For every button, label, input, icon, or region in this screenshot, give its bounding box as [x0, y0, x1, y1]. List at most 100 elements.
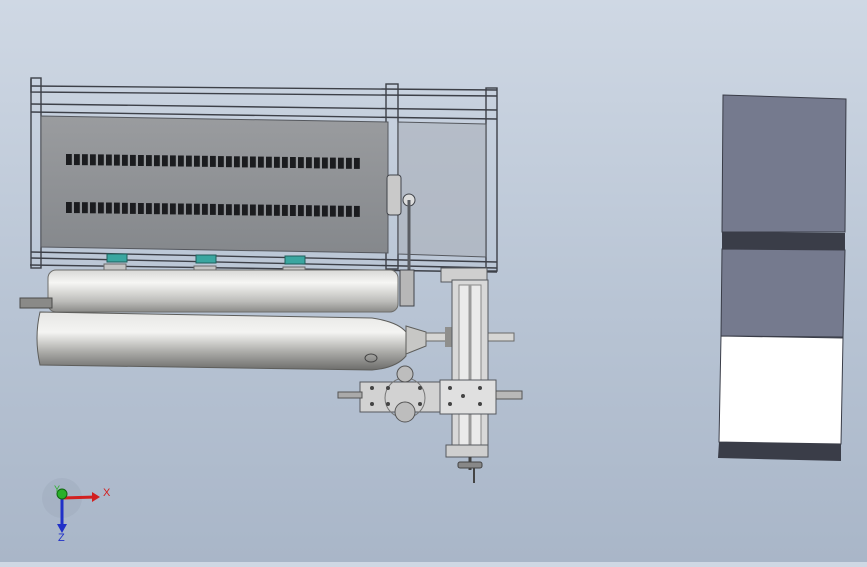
panel-slot [162, 155, 168, 167]
bolt-hole [448, 386, 452, 390]
drum-machine-assembly[interactable] [19, 77, 523, 483]
panel-slot [122, 202, 128, 214]
panel-slot [346, 157, 352, 169]
panel-slot [178, 203, 184, 215]
panel-slot [74, 154, 80, 166]
panel-slot [210, 203, 216, 215]
panel-slot [226, 204, 232, 216]
panel-slot [274, 156, 280, 168]
panel-slot [354, 205, 360, 217]
bolt-hole [478, 386, 482, 390]
triad-x-label: X [103, 487, 111, 499]
panel-slot [194, 203, 200, 215]
panel-slot [82, 154, 88, 166]
panel-slot [98, 154, 104, 166]
panel-slot [186, 155, 192, 167]
panel-slot [210, 155, 216, 167]
panel-slot [122, 154, 128, 166]
bolt-hole [478, 402, 482, 406]
panel-slot [170, 155, 176, 167]
panel-slot [106, 154, 112, 166]
x-axis-arrow [61, 495, 97, 500]
panel-slot [250, 156, 256, 168]
bolt-hole [418, 402, 422, 406]
panel-slot [114, 154, 120, 166]
panel-slot [266, 204, 272, 216]
bolt-hole [418, 386, 422, 390]
panel-slot [258, 204, 264, 216]
bolt-hole [370, 402, 374, 406]
panel-slot [298, 205, 304, 217]
panel-slot [218, 204, 224, 216]
panel-slot [226, 156, 232, 168]
panel-slot [330, 205, 336, 217]
bolt-hole [386, 386, 390, 390]
panel-slot [130, 202, 136, 214]
panel-slot [98, 202, 104, 214]
panel-slot [130, 154, 136, 166]
panel-slot [138, 203, 144, 214]
panel-slot [290, 157, 296, 168]
panel-slot [234, 156, 240, 168]
panel-slot [90, 202, 96, 214]
panel-slot [218, 156, 224, 168]
panel-slot [314, 205, 320, 217]
panel-slot [338, 205, 344, 217]
side-block-lower [718, 335, 844, 445]
panel-slot [170, 203, 176, 215]
panel-slot [234, 204, 240, 216]
bolt-hole [461, 394, 465, 398]
drum-panel [40, 115, 389, 254]
panel-slot [82, 202, 88, 214]
panel-slot [154, 155, 160, 167]
panel-slot [290, 205, 296, 216]
panel-slot [354, 157, 360, 169]
panel-slot [90, 154, 96, 166]
panel-slot [194, 155, 200, 167]
panel-slot [178, 155, 184, 167]
right-enclosure [397, 121, 487, 258]
bolt-hole [370, 386, 374, 390]
panel-slot [274, 204, 280, 216]
side-block-middle [720, 248, 846, 338]
side-block-band-2 [718, 442, 841, 461]
orientation-triad[interactable] [42, 478, 100, 533]
triad-y-label: Y [54, 484, 61, 494]
panel-slot [146, 203, 152, 215]
panel-slot [66, 154, 72, 165]
triad-z-label: Z [58, 532, 65, 544]
panel-slot [66, 202, 72, 213]
model-scene[interactable] [0, 0, 867, 562]
panel-slot [138, 155, 144, 166]
panel-slot [314, 157, 320, 169]
bolt-hole [386, 402, 390, 406]
panel-slot [242, 204, 248, 216]
side-block-assembly[interactable] [718, 94, 847, 461]
panel-slot [186, 203, 192, 215]
panel-slot [106, 202, 112, 214]
main-tank-cylinder [36, 311, 427, 371]
panel-slot [298, 157, 304, 169]
upper-roller-cylinder [19, 269, 399, 313]
panel-slot [146, 155, 152, 167]
vertical-slide-rail [440, 267, 489, 483]
panel-slot [250, 204, 256, 216]
panel-slot [202, 203, 208, 215]
panel-slot [282, 156, 288, 168]
side-block-upper [721, 94, 847, 233]
horizontal-slide-table [337, 365, 523, 423]
panel-slot [74, 202, 80, 214]
cad-viewport[interactable]: X Y Z [0, 0, 867, 562]
side-block-band-1 [722, 232, 845, 250]
bolt-hole [448, 402, 452, 406]
x-axis-arrowhead [92, 492, 100, 502]
panel-slot [258, 156, 264, 168]
panel-slot [154, 203, 160, 215]
panel-slot [282, 204, 288, 216]
panel-slot [202, 155, 208, 167]
panel-slot [306, 205, 312, 217]
panel-slot [114, 202, 120, 214]
panel-slot [338, 157, 344, 169]
panel-slot [242, 156, 248, 168]
panel-slot [162, 203, 168, 215]
